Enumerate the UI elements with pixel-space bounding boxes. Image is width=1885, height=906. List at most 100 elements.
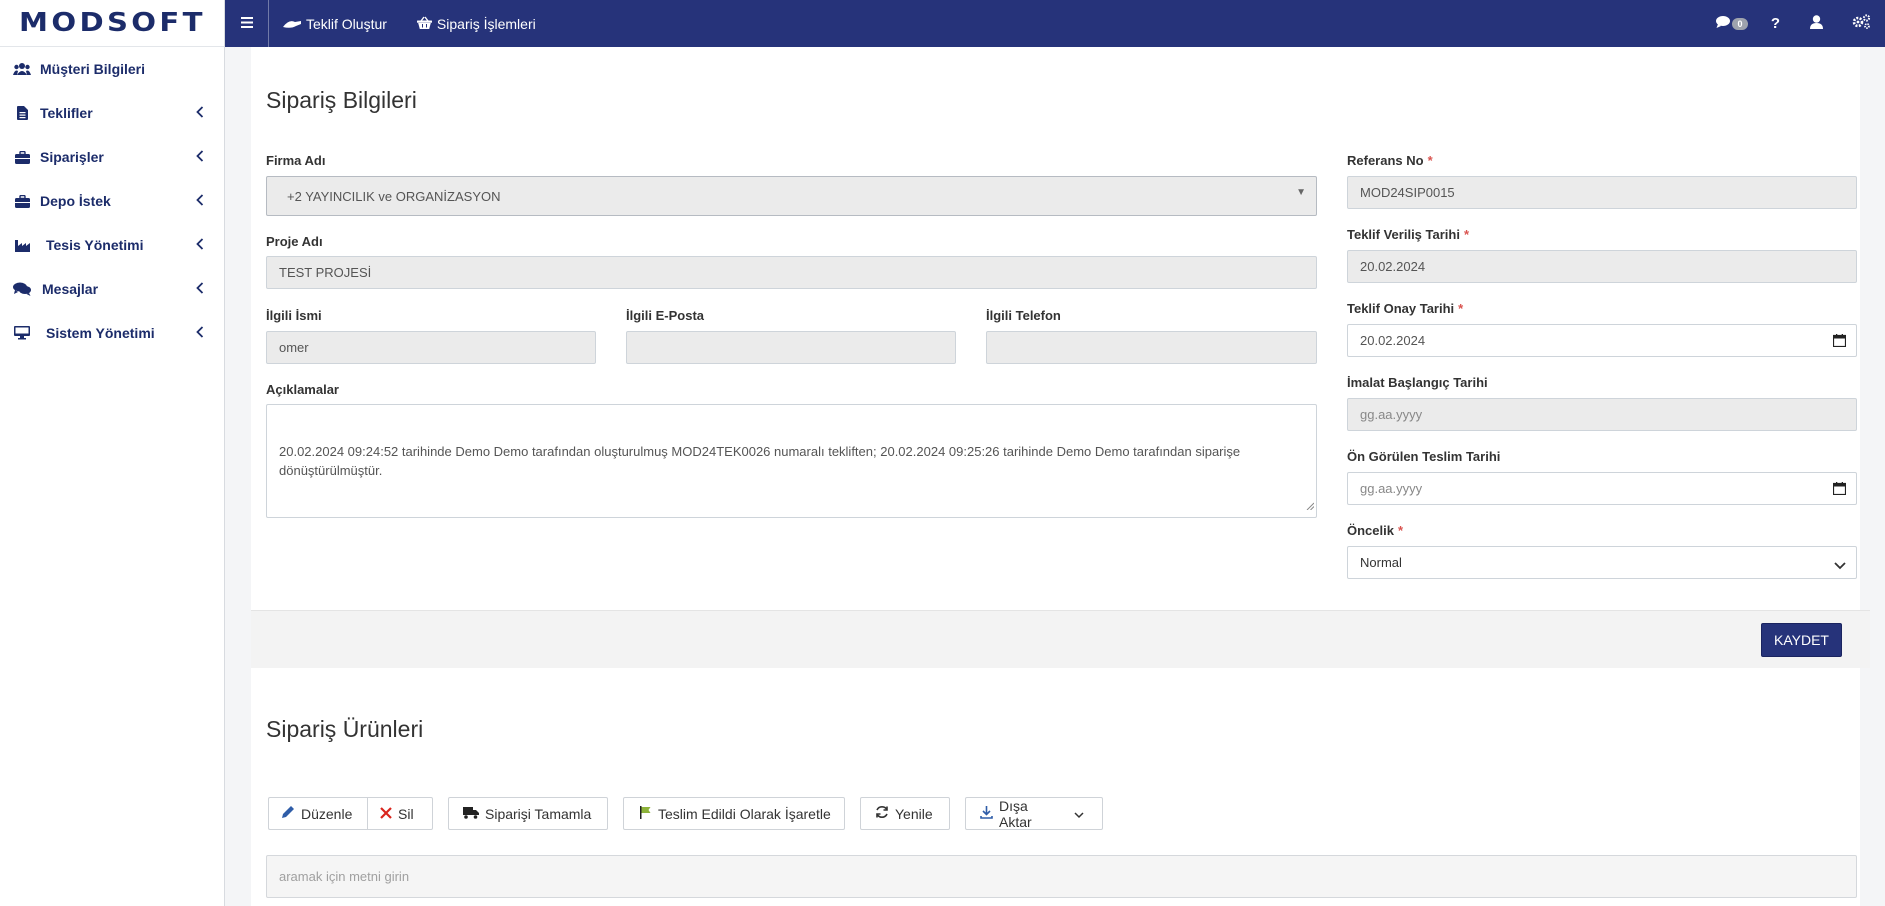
sidebar-item-siparisler[interactable]: Siparişler [0, 135, 224, 179]
user-icon [1810, 14, 1823, 33]
file-icon [12, 105, 32, 121]
teklif-onay-date-input[interactable]: 20.02.2024 [1347, 324, 1857, 357]
question-icon: ? [1770, 15, 1781, 32]
calendar-icon[interactable] [1832, 482, 1847, 498]
form-footer: KAYDET [251, 610, 1870, 668]
sidebar-item-musteri-bilgileri[interactable]: Müşteri Bilgileri [0, 47, 224, 91]
complete-order-button[interactable]: Siparişi Tamamla [448, 797, 608, 830]
topbar-right: 0 ? [1709, 0, 1885, 47]
oncelik-select[interactable]: Normal [1347, 546, 1857, 579]
sidebar: MODSOFT Müşteri Bilgileri Teklifler Sipa… [0, 0, 225, 906]
sidebar-nav: Müşteri Bilgileri Teklifler Siparişler D… [0, 47, 224, 355]
chevron-left-icon [196, 237, 204, 253]
menu-toggle-button[interactable] [225, 0, 269, 47]
ilgili-telefon-label: İlgili Telefon [986, 308, 1061, 323]
sidebar-item-tesis-yonetimi[interactable]: Tesis Yönetimi [0, 223, 224, 267]
topbar: Teklif Oluştur Sipariş İşlemleri 0 ? [225, 0, 1885, 47]
refresh-button[interactable]: Yenile [860, 797, 950, 830]
delete-label: Sil [398, 805, 414, 822]
handshake-icon [283, 16, 306, 32]
flag-icon [640, 805, 658, 822]
chevron-left-icon [196, 149, 204, 165]
aciklamalar-textarea[interactable]: 20.02.2024 09:24:52 tarihinde Demo Demo … [266, 404, 1317, 518]
chevron-left-icon [196, 193, 204, 209]
teklif-verilis-label: Teklif Veriliş Tarihi * [1347, 227, 1469, 242]
complete-order-label: Siparişi Tamamla [485, 805, 592, 822]
sidebar-item-label: Mesajlar [42, 281, 99, 297]
basket-icon [416, 16, 437, 32]
ilgili-eposta-field[interactable] [626, 331, 956, 364]
ilgili-telefon-field[interactable] [986, 331, 1317, 364]
edit-label: Düzenle [301, 805, 353, 822]
refresh-icon [875, 805, 895, 822]
help-button[interactable]: ? [1755, 0, 1796, 47]
proje-adi-label: Proje Adı [266, 234, 323, 249]
siparis-islemleri-label: Sipariş İşlemleri [436, 15, 536, 32]
referans-no-value: MOD24SIP0015 [1360, 185, 1455, 200]
required-mark: * [1463, 227, 1470, 242]
export-button[interactable]: Dışa Aktar [965, 797, 1103, 830]
sidebar-item-label: Depo İstek [40, 193, 111, 209]
desktop-icon [12, 325, 32, 341]
industry-icon [12, 237, 32, 253]
chevron-down-icon [1834, 558, 1846, 573]
comments-icon [12, 281, 32, 297]
sidebar-item-depo-istek[interactable]: Depo İstek [0, 179, 224, 223]
teslim-tarihi-date-input[interactable]: gg.aa.yyyy [1347, 472, 1857, 505]
chevron-down-icon[interactable] [1074, 806, 1090, 822]
caret-down-icon: ▼ [1296, 187, 1306, 198]
pencil-icon [281, 805, 301, 822]
teslim-tarihi-label: Ön Görülen Teslim Tarihi [1347, 449, 1501, 464]
users-icon [12, 61, 32, 77]
sidebar-item-label: Siparişler [40, 149, 104, 165]
required-mark: * [1458, 301, 1464, 316]
truck-icon [463, 806, 485, 822]
settings-button[interactable] [1837, 0, 1885, 47]
sidebar-item-sistem-yonetimi[interactable]: Sistem Yönetimi [0, 311, 224, 355]
imalat-baslangic-value: gg.aa.yyyy [1360, 407, 1423, 422]
edit-button[interactable]: Düzenle [268, 797, 368, 830]
ilgili-ismi-field[interactable]: omer [266, 331, 596, 364]
mark-delivered-button[interactable]: Teslim Edildi Olarak İşaretle [623, 797, 845, 830]
firma-adi-label: Firma Adı [266, 153, 326, 168]
sidebar-item-label: Müşteri Bilgileri [40, 61, 146, 77]
user-button[interactable] [1796, 0, 1837, 47]
sidebar-item-mesajlar[interactable]: Mesajlar [0, 267, 224, 311]
messages-button[interactable]: 0 [1709, 0, 1755, 47]
resize-handle-icon[interactable] [1306, 496, 1315, 516]
firma-adi-select[interactable]: +2 YAYINCILIK ve ORGANİZASYON ▼ [266, 176, 1317, 216]
ilgili-ismi-label: İlgili İsmi [266, 308, 322, 323]
refresh-label: Yenile [895, 805, 933, 822]
delete-button[interactable]: Sil [367, 797, 433, 830]
required-mark: * [1427, 153, 1433, 168]
calendar-icon[interactable] [1832, 334, 1847, 350]
teslim-tarihi-value: gg.aa.yyyy [1360, 481, 1423, 496]
aciklamalar-label: Açıklamalar [266, 382, 339, 397]
sidebar-item-label: Tesis Yönetimi [46, 237, 144, 253]
download-icon [980, 805, 999, 822]
referans-no-field[interactable]: MOD24SIP0015 [1347, 176, 1857, 209]
teklif-olustur-link[interactable]: Teklif Oluştur [283, 16, 387, 32]
teklif-onay-value: 20.02.2024 [1360, 333, 1426, 348]
imalat-baslangic-label: İmalat Başlangıç Tarihi [1347, 375, 1488, 390]
referans-no-text: Referans No [1347, 153, 1424, 168]
save-button[interactable]: KAYDET [1761, 623, 1842, 657]
siparis-islemleri-link[interactable]: Sipariş İşlemleri [416, 15, 536, 32]
sidebar-item-label: Teklifler [40, 105, 93, 121]
sidebar-item-teklifler[interactable]: Teklifler [0, 91, 224, 135]
chevron-left-icon [196, 281, 204, 297]
comment-icon [1716, 15, 1731, 32]
teklif-verilis-text: Teklif Veriliş Tarihi [1347, 227, 1460, 242]
export-label: Dışa Aktar [999, 797, 1032, 830]
teklif-verilis-field[interactable]: 20.02.2024 [1347, 250, 1857, 283]
gears-icon [1852, 14, 1871, 33]
logo-text: MODSOFT [18, 8, 206, 38]
chevron-left-icon [196, 105, 204, 121]
search-placeholder: aramak için metni girin [279, 869, 410, 884]
imalat-baslangic-field[interactable]: gg.aa.yyyy [1347, 398, 1857, 431]
proje-adi-field[interactable]: TEST PROJESİ [266, 256, 1317, 289]
close-icon [380, 806, 398, 822]
logo[interactable]: MODSOFT [0, 0, 224, 47]
oncelik-value: Normal [1360, 555, 1402, 570]
products-search-input[interactable]: aramak için metni girin [266, 855, 1857, 898]
